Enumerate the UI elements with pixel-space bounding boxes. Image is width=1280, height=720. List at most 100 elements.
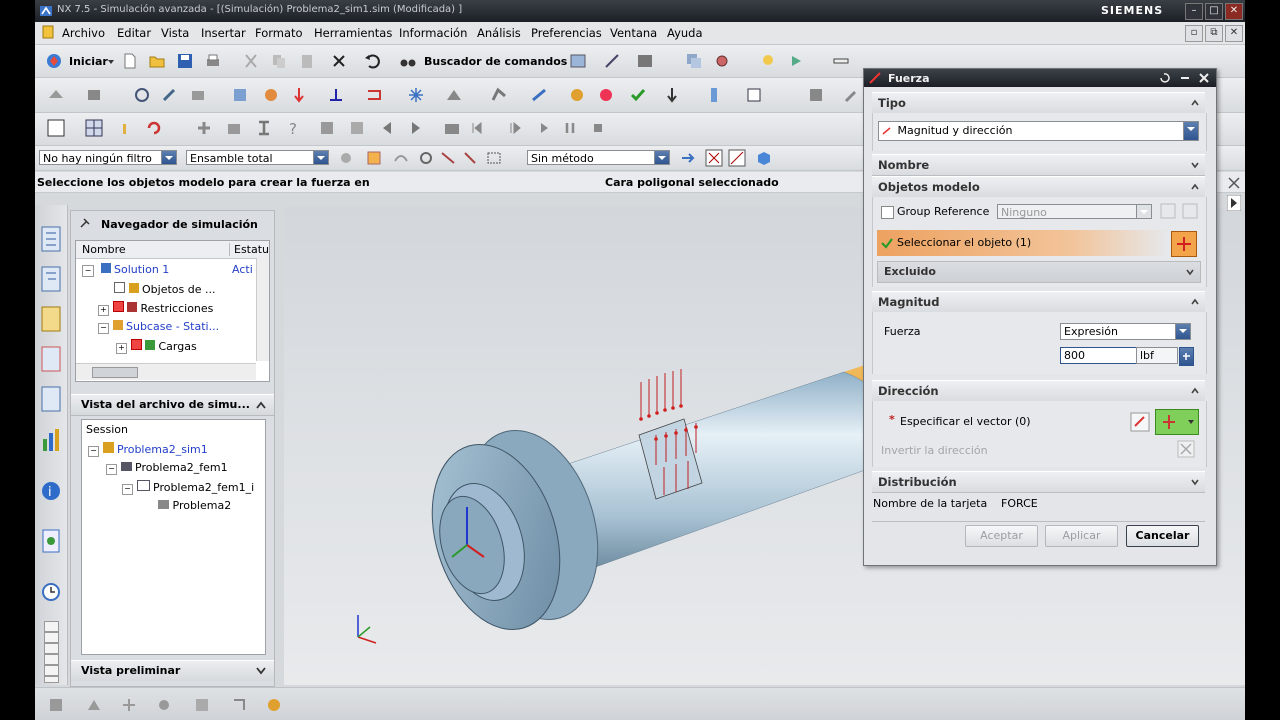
- info-tab-icon[interactable]: i: [40, 477, 62, 505]
- solve-icon[interactable]: [445, 86, 463, 104]
- group-reference-select[interactable]: Ninguno: [997, 204, 1152, 219]
- chevron-right-icon[interactable]: [1227, 195, 1241, 211]
- expand-icon[interactable]: +: [98, 305, 109, 316]
- assembly-icon[interactable]: [193, 696, 211, 714]
- web-browser-tab-icon[interactable]: [40, 527, 62, 555]
- rectangle-select-icon[interactable]: [485, 149, 503, 167]
- group-pick-icon[interactable]: [1160, 203, 1176, 219]
- simulation-navigator-tab-icon[interactable]: [40, 225, 62, 253]
- chevron-down-icon[interactable]: [1191, 478, 1199, 486]
- chevron-down-icon[interactable]: [1186, 268, 1194, 276]
- start-button[interactable]: Iniciar: [69, 55, 108, 68]
- cancel-button[interactable]: Cancelar: [1126, 525, 1199, 547]
- layers-icon[interactable]: [685, 52, 703, 70]
- component-icon[interactable]: [155, 696, 173, 714]
- pause-icon[interactable]: [561, 119, 579, 137]
- template-icon[interactable]: [745, 86, 763, 104]
- chart-tab-icon[interactable]: [40, 425, 62, 453]
- mesh-icon[interactable]: [47, 86, 65, 104]
- polygon-icon[interactable]: [133, 86, 151, 104]
- lightbulb-icon[interactable]: [759, 52, 777, 70]
- constraint-navigator-tab-icon[interactable]: [40, 345, 62, 373]
- contact-icon[interactable]: [365, 86, 383, 104]
- vector-method-select[interactable]: [1155, 409, 1199, 435]
- wrench-icon[interactable]: [843, 86, 861, 104]
- menu-ayuda[interactable]: Ayuda: [667, 26, 703, 40]
- type-filter-select[interactable]: No hay ningún filtro: [39, 150, 177, 165]
- settings-icon[interactable]: [713, 52, 731, 70]
- chevron-up-icon[interactable]: [256, 401, 266, 409]
- overflow-toolbar-icon[interactable]: [1227, 175, 1241, 191]
- open-folder-icon[interactable]: [148, 52, 166, 70]
- help-icon[interactable]: ?: [285, 119, 303, 137]
- part-file-node[interactable]: Problema2: [158, 499, 231, 512]
- excluded-subsection[interactable]: Excluido: [877, 261, 1201, 283]
- section-tipo[interactable]: Tipo: [872, 92, 1205, 114]
- dialog-title-bar[interactable]: Fuerza: [864, 69, 1216, 87]
- back-icon[interactable]: [378, 119, 396, 137]
- menu-editar[interactable]: Editar: [117, 26, 151, 40]
- edit-icon[interactable]: [161, 86, 179, 104]
- expand-icon[interactable]: +: [116, 343, 127, 354]
- i-beam-icon[interactable]: [255, 119, 273, 137]
- menu-formato[interactable]: Formato: [255, 26, 303, 40]
- checkbox-checked-icon[interactable]: [112, 301, 124, 312]
- section-distribucion[interactable]: Distribución: [872, 471, 1205, 493]
- grid-view-icon[interactable]: [85, 119, 103, 137]
- arrow-down-icon[interactable]: [663, 86, 681, 104]
- select-icon[interactable]: [318, 119, 336, 137]
- highlight-icon[interactable]: [265, 696, 283, 714]
- magnitude-mode-select[interactable]: Expresión: [1060, 323, 1191, 340]
- constraint-icon[interactable]: [327, 86, 345, 104]
- reset-icon[interactable]: [1158, 72, 1170, 84]
- group-reference-checkbox[interactable]: [881, 206, 894, 219]
- section-direccion[interactable]: Dirección: [872, 380, 1205, 402]
- blank-view-icon[interactable]: [47, 119, 65, 137]
- play-anim-icon[interactable]: [535, 119, 553, 137]
- select-object-button[interactable]: [1171, 231, 1197, 257]
- cut-icon[interactable]: [242, 52, 260, 70]
- snap-view-icon[interactable]: [569, 52, 587, 70]
- part-icon[interactable]: [225, 119, 243, 137]
- fem-file-node[interactable]: − Problema2_fem1: [106, 461, 228, 475]
- check-icon[interactable]: [629, 86, 647, 104]
- measure-icon[interactable]: [603, 52, 621, 70]
- explode-icon[interactable]: [407, 86, 425, 104]
- collapse-icon[interactable]: −: [122, 484, 133, 495]
- tree-row-constraints[interactable]: + Restricciones: [98, 301, 213, 316]
- bracket-icon[interactable]: [230, 696, 248, 714]
- idealized-file-node[interactable]: − Problema2_fem1_i: [122, 480, 254, 495]
- chevron-up-icon[interactable]: [1191, 99, 1199, 107]
- selection-mode-icon[interactable]: [365, 149, 383, 167]
- selection-scope-select[interactable]: Ensamble total: [186, 150, 329, 165]
- face-icon[interactable]: [417, 149, 435, 167]
- sim-file-node[interactable]: − Problema2_sim1: [88, 442, 208, 457]
- chevron-up-icon[interactable]: [1191, 298, 1199, 306]
- paste-icon[interactable]: [298, 52, 316, 70]
- menu-archivo[interactable]: Archivo: [62, 26, 105, 40]
- camera-icon[interactable]: [443, 119, 461, 137]
- scroll-thumb[interactable]: [92, 367, 138, 378]
- results-icon[interactable]: [490, 86, 508, 104]
- curve-icon[interactable]: [392, 149, 410, 167]
- section-nombre[interactable]: Nombre: [872, 154, 1205, 176]
- close-dialog-icon[interactable]: [1198, 72, 1210, 84]
- part-navigator-tab-icon[interactable]: [40, 305, 62, 333]
- minimize-window-button[interactable]: –: [1185, 3, 1203, 20]
- force-value-input[interactable]: 800: [1060, 347, 1137, 364]
- tree-vertical-scrollbar[interactable]: [256, 258, 269, 361]
- box-icon[interactable]: [189, 86, 207, 104]
- menu-ventana[interactable]: Ventana: [610, 26, 657, 40]
- chevron-up-icon[interactable]: [1191, 183, 1199, 191]
- collapse-icon[interactable]: −: [106, 464, 117, 475]
- start-dropdown-icon[interactable]: [108, 60, 114, 64]
- vector-dialog-icon[interactable]: [1130, 412, 1150, 432]
- grey-box-icon[interactable]: [807, 86, 825, 104]
- force-type-select[interactable]: Magnitud y dirección: [878, 121, 1199, 141]
- chevron-down-icon[interactable]: [1191, 161, 1199, 169]
- stop-icon[interactable]: [589, 119, 607, 137]
- chevron-down-icon[interactable]: [256, 667, 266, 675]
- animate-icon[interactable]: [530, 86, 548, 104]
- hand-icon[interactable]: [117, 119, 135, 137]
- body-icon[interactable]: [461, 149, 479, 167]
